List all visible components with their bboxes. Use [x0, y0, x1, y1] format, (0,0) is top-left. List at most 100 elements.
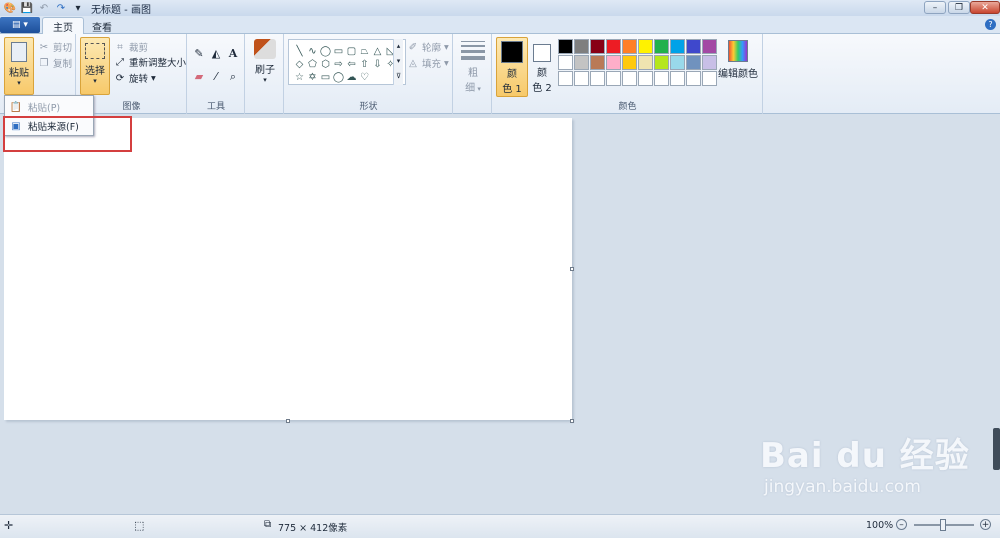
- callout-oval-shape-icon[interactable]: ◯: [332, 71, 345, 84]
- size-button[interactable]: 粗 细 ▾: [458, 39, 488, 97]
- polygon-shape-icon[interactable]: ⏢: [358, 45, 371, 58]
- customize-quick-access-icon[interactable]: ▾: [71, 2, 85, 14]
- callout-cloud-shape-icon[interactable]: ☁: [345, 71, 358, 84]
- chevron-down-icon: ▾: [444, 57, 449, 69]
- palette-color-swatch[interactable]: [654, 39, 669, 54]
- cut-button[interactable]: ✂ 剪切: [38, 40, 72, 55]
- palette-color-swatch[interactable]: [638, 71, 653, 86]
- save-icon[interactable]: 💾: [20, 2, 34, 14]
- palette-color-swatch[interactable]: [606, 71, 621, 86]
- shapes-gallery-scroll[interactable]: ▴ ▾ ⊽: [393, 39, 403, 85]
- maximize-button[interactable]: ❐: [948, 1, 970, 14]
- size-label-line2: 细: [465, 83, 476, 94]
- crop-button[interactable]: ⌗ 裁剪: [114, 40, 148, 55]
- palette-color-swatch[interactable]: [654, 55, 669, 70]
- palette-color-swatch[interactable]: [670, 39, 685, 54]
- palette-color-swatch[interactable]: [686, 55, 701, 70]
- pentagon-shape-icon[interactable]: ⬠: [306, 58, 319, 71]
- paint-app-icon[interactable]: 🎨: [3, 2, 17, 14]
- close-button[interactable]: ✕: [970, 1, 1000, 14]
- color2-label-line2: 色 2: [532, 83, 552, 94]
- diamond-shape-icon[interactable]: ◇: [293, 58, 306, 71]
- tab-view[interactable]: 查看: [82, 17, 122, 35]
- zoom-out-button[interactable]: –: [896, 519, 907, 530]
- undo-icon[interactable]: ↶: [37, 2, 51, 14]
- callout-rect-shape-icon[interactable]: ▭: [319, 71, 332, 84]
- tab-home[interactable]: 主页: [42, 17, 84, 35]
- select-button[interactable]: 选择 ▾: [80, 37, 110, 95]
- side-scroll-widget[interactable]: [993, 428, 1000, 470]
- palette-color-swatch[interactable]: [558, 71, 573, 86]
- resize-handle-right[interactable]: [570, 267, 574, 271]
- palette-color-swatch[interactable]: [558, 39, 573, 54]
- palette-color-swatch[interactable]: [638, 55, 653, 70]
- color-picker-icon[interactable]: ⁄: [208, 70, 224, 92]
- palette-color-swatch[interactable]: [686, 39, 701, 54]
- redo-icon[interactable]: ↷: [54, 2, 68, 14]
- paste-button[interactable]: 粘贴 ▾: [4, 37, 34, 95]
- color1-button[interactable]: 颜 色 1: [496, 37, 528, 97]
- palette-color-swatch[interactable]: [622, 55, 637, 70]
- outline-button[interactable]: ✐ 轮廓 ▾: [407, 40, 449, 55]
- eraser-icon[interactable]: ▰: [191, 70, 207, 92]
- shapes-gallery[interactable]: ╲ ∿ ◯ ▭ ▢ ⏢ △ ◺ ◇ ⬠ ⬡ ⇨ ⇦ ⇧ ⇩ ✧ ☆ ✡ ▭ ◯: [288, 39, 406, 85]
- ribbon: 粘贴 ▾ ✂ 剪切 ❐ 复制 选择 ▾ ⌗ 裁剪 ⤢ 重新调整大小 ⟳ 旋转 ▾…: [0, 34, 1000, 114]
- resize-button[interactable]: ⤢ 重新调整大小: [114, 55, 186, 70]
- zoom-in-button[interactable]: +: [980, 519, 991, 530]
- hexagon-shape-icon[interactable]: ⬡: [319, 58, 332, 71]
- palette-color-swatch[interactable]: [702, 71, 717, 86]
- palette-color-swatch[interactable]: [638, 39, 653, 54]
- down-arrow-shape-icon[interactable]: ⇩: [371, 58, 384, 71]
- rectangle-shape-icon[interactable]: ▭: [332, 45, 345, 58]
- palette-color-swatch[interactable]: [622, 71, 637, 86]
- palette-color-swatch[interactable]: [590, 55, 605, 70]
- left-arrow-shape-icon[interactable]: ⇦: [345, 58, 358, 71]
- palette-color-swatch[interactable]: [622, 39, 637, 54]
- palette-color-swatch[interactable]: [702, 39, 717, 54]
- brushes-group: 刷子 ▾: [246, 34, 284, 114]
- pencil-icon[interactable]: ✎: [191, 47, 207, 69]
- minimize-button[interactable]: –: [924, 1, 946, 14]
- palette-color-swatch[interactable]: [590, 39, 605, 54]
- curve-shape-icon[interactable]: ∿: [306, 45, 319, 58]
- drawing-canvas[interactable]: [4, 118, 572, 420]
- size-group: 粗 细 ▾: [454, 34, 492, 114]
- palette-color-swatch[interactable]: [670, 55, 685, 70]
- palette-color-swatch[interactable]: [606, 39, 621, 54]
- palette-color-swatch[interactable]: [654, 71, 669, 86]
- line-shape-icon[interactable]: ╲: [293, 45, 306, 58]
- palette-color-swatch[interactable]: [590, 71, 605, 86]
- palette-color-swatch[interactable]: [670, 71, 685, 86]
- rotate-button[interactable]: ⟳ 旋转 ▾: [114, 71, 156, 86]
- palette-color-swatch[interactable]: [574, 39, 589, 54]
- resize-handle-corner[interactable]: [570, 419, 574, 423]
- palette-color-swatch[interactable]: [574, 71, 589, 86]
- oval-shape-icon[interactable]: ◯: [319, 45, 332, 58]
- palette-color-swatch[interactable]: [574, 55, 589, 70]
- palette-color-swatch[interactable]: [558, 55, 573, 70]
- text-icon[interactable]: A: [225, 47, 241, 69]
- resize-handle-bottom[interactable]: [286, 419, 290, 423]
- status-bar: ✛ ⬚ ⧉ 775 × 412像素 100% – +: [0, 514, 1000, 538]
- copy-button[interactable]: ❐ 复制: [38, 56, 73, 71]
- right-arrow-shape-icon[interactable]: ⇨: [332, 58, 345, 71]
- paint-menu-button[interactable]: ▤ ▾: [0, 17, 40, 33]
- palette-color-swatch[interactable]: [686, 71, 701, 86]
- paste-menu-item[interactable]: 📋 粘贴(P): [6, 98, 92, 116]
- fill-bucket-icon[interactable]: ◭: [208, 47, 224, 69]
- heart-shape-icon[interactable]: ♡: [358, 71, 371, 84]
- fill-button[interactable]: ◬ 填充 ▾: [407, 56, 449, 71]
- six-point-star-shape-icon[interactable]: ✡: [306, 71, 319, 84]
- magnifier-icon[interactable]: ⌕: [225, 70, 241, 92]
- five-point-star-shape-icon[interactable]: ☆: [293, 71, 306, 84]
- edit-colors-button[interactable]: 编辑颜色: [718, 40, 758, 90]
- help-icon[interactable]: ?: [985, 19, 996, 30]
- palette-color-swatch[interactable]: [702, 55, 717, 70]
- brushes-button[interactable]: 刷子 ▾: [249, 39, 281, 93]
- triangle-shape-icon[interactable]: △: [371, 45, 384, 58]
- zoom-slider-thumb[interactable]: [940, 519, 946, 531]
- rounded-rectangle-shape-icon[interactable]: ▢: [345, 45, 358, 58]
- color2-button[interactable]: 颜 色 2: [531, 37, 553, 97]
- up-arrow-shape-icon[interactable]: ⇧: [358, 58, 371, 71]
- palette-color-swatch[interactable]: [606, 55, 621, 70]
